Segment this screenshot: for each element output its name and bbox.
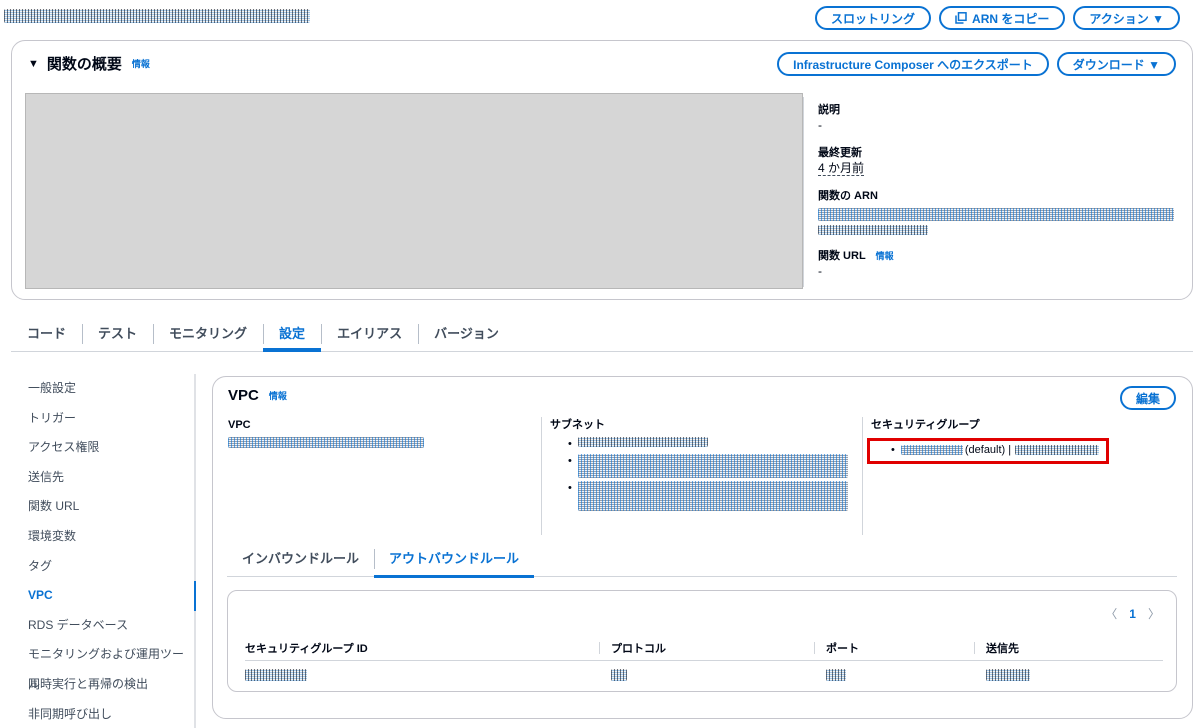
last-modified-label: 最終更新 [818,147,862,159]
rules-table: セキュリティグループ ID プロトコル ポート 送信先 [245,636,1163,688]
prev-page-icon[interactable]: 〈 [1105,605,1117,622]
function-url-info-link[interactable]: 情報 [876,249,894,264]
subnet-item [550,481,861,511]
header-actions: スロットリング ARN をコピー アクション ▼ [815,6,1180,30]
sidebar-item-monitoring-tools[interactable]: モニタリングおよび運用ツール [0,640,194,691]
cell-redacted [245,669,307,682]
description-label: 説明 [818,104,840,116]
next-page-icon[interactable]: 〉 [1148,605,1160,622]
subnet-column: サブネット [541,417,861,535]
cell-redacted [826,669,846,682]
table-row [245,660,1163,688]
cell-redacted [611,669,627,682]
last-modified-value[interactable]: 4 か月前 [818,161,865,176]
edit-vpc-button[interactable]: 編集 [1119,386,1176,410]
rules-table-container: 〈 1 〉 セキュリティグループ ID プロトコル ポート 送信先 [227,590,1177,692]
col-header-protocol: プロトコル [599,636,814,661]
function-url-item: 関数 URL 情報 - [818,249,1180,279]
function-url-value: - [818,263,822,278]
col-header-destination: 送信先 [974,636,1163,661]
tab-inbound-rules[interactable]: インバウンドルール [227,549,374,573]
cell-sg-id [245,660,599,688]
sidebar-item-vpc[interactable]: VPC [0,581,196,611]
sidebar-item-rds[interactable]: RDS データベース [0,611,194,641]
tab-test[interactable]: テスト [82,322,153,346]
overview-info-link[interactable]: 情報 [132,57,150,70]
table-header-row: セキュリティグループ ID プロトコル ポート 送信先 [245,636,1163,661]
sidebar-item-general[interactable]: 一般設定 [0,374,194,404]
function-tabs: コード テスト モニタリング 設定 エイリアス バージョン [11,322,1193,352]
cell-port [814,660,974,688]
tab-versions[interactable]: バージョン [418,322,515,346]
sidebar-item-function-url[interactable]: 関数 URL [0,492,194,522]
sidebar-item-env-vars[interactable]: 環境変数 [0,522,194,552]
col-header-sg-id: セキュリティグループ ID [245,636,599,661]
vpc-info-link[interactable]: 情報 [269,389,287,402]
subnet-redacted[interactable] [577,437,708,447]
pagination: 〈 1 〉 [1105,605,1160,622]
actions-dropdown-button[interactable]: アクション ▼ [1073,6,1180,30]
overview-title: 関数の概要 [46,56,122,73]
arn-item: 関数の ARN [818,189,1180,236]
caret-down-icon: ▼ [28,57,39,70]
cell-redacted [986,669,1030,682]
throttle-button[interactable]: スロットリング [815,6,932,30]
subnet-item [550,454,861,478]
sidebar-item-destinations[interactable]: 送信先 [0,463,194,493]
sidebar-item-triggers[interactable]: トリガー [0,404,194,434]
tab-configuration[interactable]: 設定 [263,322,322,352]
col-header-port: ポート [814,636,974,661]
security-group-default-text: (default) | [964,444,1012,456]
vpc-panel: VPC 情報 編集 VPC サブネット セキュリティグループ (default)… [212,376,1193,719]
tab-aliases[interactable]: エイリアス [321,322,418,346]
download-dropdown-button[interactable]: ダウンロード ▼ [1056,52,1176,76]
tab-monitoring[interactable]: モニタリング [153,322,263,346]
last-modified-item: 最終更新 4 か月前 [818,146,1180,176]
function-name-redacted [4,9,310,23]
configuration-sidebar: 一般設定 トリガー アクセス権限 送信先 関数 URL 環境変数 タグ VPC … [0,374,196,728]
arn-value-redacted-2 [818,224,928,235]
security-group-name-redacted [1015,445,1100,455]
subnet-redacted[interactable] [577,481,848,511]
overview-header[interactable]: ▼ 関数の概要 情報 [28,53,150,74]
description-item: 説明 - [818,103,1180,133]
arn-value-redacted[interactable] [818,207,1174,221]
vpc-id-redacted[interactable] [228,437,424,449]
subnet-label: サブネット [550,419,605,431]
sidebar-item-tags[interactable]: タグ [0,552,194,582]
overview-actions: Infrastructure Composer へのエクスポート ダウンロード … [777,52,1176,76]
cell-destination [974,660,1163,688]
tab-outbound-rules[interactable]: アウトバウンドルール [374,549,535,578]
page-number[interactable]: 1 [1129,607,1136,621]
tab-code[interactable]: コード [11,322,82,346]
vpc-column: VPC [228,417,538,535]
sidebar-item-concurrency[interactable]: 同時実行と再帰の検出 [0,670,194,700]
security-group-item: (default) | [891,444,1100,456]
security-group-column: セキュリティグループ [862,417,1182,535]
description-value: - [818,118,822,132]
rule-tabs: インバウンドルール アウトバウンドルール [227,549,1177,578]
subnet-item [550,437,861,451]
security-group-id-redacted[interactable] [900,445,963,455]
copy-arn-label: ARN をコピー [972,11,1050,26]
arn-label: 関数の ARN [818,190,878,202]
security-group-label: セキュリティグループ [871,419,980,431]
copy-arn-button[interactable]: ARN をコピー [939,6,1066,30]
function-diagram-placeholder [25,93,803,289]
vpc-title: VPC [228,387,259,404]
detail-divider [803,97,804,287]
copy-icon [955,12,967,24]
sidebar-item-async[interactable]: 非同期呼び出し [0,700,194,728]
vpc-header: VPC 情報 [228,387,287,404]
function-overview-panel: ▼ 関数の概要 情報 Infrastructure Composer へのエクス… [11,40,1193,300]
sidebar-item-permissions[interactable]: アクセス権限 [0,433,194,463]
vpc-label: VPC [228,419,251,431]
export-composer-button[interactable]: Infrastructure Composer へのエクスポート [777,52,1049,76]
cell-protocol [599,660,814,688]
subnet-redacted[interactable] [577,454,848,478]
subnet-list [550,437,861,511]
function-details: 説明 - 最終更新 4 か月前 関数の ARN 関数 URL 情報 - [818,103,1180,292]
function-url-label: 関数 URL [818,249,866,262]
